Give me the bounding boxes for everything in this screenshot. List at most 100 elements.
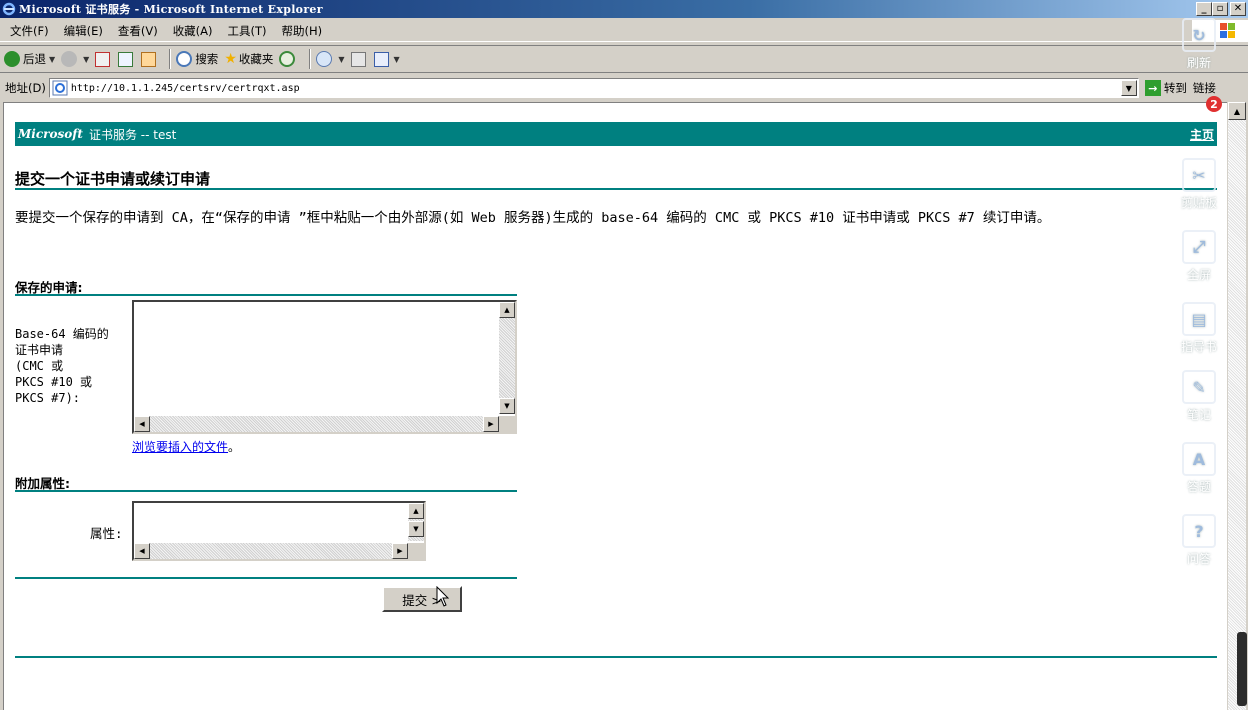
textarea-vertical-scrollbar[interactable]: ▲ ▼ xyxy=(499,302,515,414)
window-controls: _ ▫ ✕ xyxy=(1196,2,1246,16)
side-panel-handle[interactable] xyxy=(1237,632,1247,706)
search-icon xyxy=(176,51,193,67)
scroll-right-button[interactable]: ▶ xyxy=(392,543,408,559)
address-url: http://10.1.1.245/certsrv/certrqxt.asp xyxy=(70,82,300,94)
menu-edit[interactable]: 编辑(E) xyxy=(64,23,103,39)
browse-suffix: 。 xyxy=(228,440,241,454)
dock-label: 全屏 xyxy=(1186,268,1211,282)
browse-file-link-wrap: 浏览要插入的文件。 xyxy=(132,438,240,455)
menu-file[interactable]: 文件(F) xyxy=(10,23,49,39)
scroll-left-button[interactable]: ◀ xyxy=(134,416,150,432)
dock-answer[interactable]: A 答题 xyxy=(1170,442,1228,495)
dock-qa[interactable]: ? 问答 xyxy=(1170,514,1228,567)
back-arrow-icon xyxy=(4,51,20,67)
back-label: 后退 xyxy=(23,52,46,66)
scroll-up-button[interactable]: ▲ xyxy=(408,503,424,519)
label-line: 证书申请 xyxy=(15,343,64,357)
label-line: PKCS #7): xyxy=(15,391,81,405)
chevron-down-icon: ▼ xyxy=(49,54,56,64)
star-icon: ★ xyxy=(224,51,237,67)
menu-tools[interactable]: 工具(T) xyxy=(228,23,267,39)
title-divider xyxy=(15,188,1217,190)
page-title: 提交一个证书申请或续订申请 xyxy=(15,170,211,188)
refresh-icon: ↻ xyxy=(1182,18,1216,52)
chevron-down-icon: ▼ xyxy=(338,54,345,64)
pencil-icon: ✎ xyxy=(1182,370,1216,404)
address-bar: 地址(D) http://10.1.1.245/certsrv/certrqxt… xyxy=(0,76,1248,100)
scroll-down-button[interactable]: ▼ xyxy=(499,398,515,414)
mail-button[interactable]: ▼ xyxy=(316,51,345,67)
answer-icon: A xyxy=(1182,442,1216,476)
search-button[interactable]: 搜索 xyxy=(176,51,218,67)
scroll-right-button[interactable]: ▶ xyxy=(483,416,499,432)
favorites-label: 收藏夹 xyxy=(238,52,274,66)
saved-request-divider xyxy=(15,294,517,296)
chevron-down-icon: ▼ xyxy=(393,54,400,64)
address-dropdown-button[interactable]: ▼ xyxy=(1120,80,1137,96)
scrollbar-corner xyxy=(499,416,515,432)
maximize-button[interactable]: ▫ xyxy=(1212,2,1228,16)
scroll-up-button[interactable]: ▲ xyxy=(499,302,515,318)
label-line: PKCS #10 或 xyxy=(15,375,93,389)
minimize-button[interactable]: _ xyxy=(1196,2,1212,16)
menu-favorites[interactable]: 收藏(A) xyxy=(173,23,213,39)
banner-service-name: 证书服务 -- test xyxy=(88,127,177,142)
form-bottom-divider xyxy=(15,577,517,579)
home-icon xyxy=(141,51,157,67)
attr-horizontal-scrollbar[interactable]: ◀ ▶ xyxy=(134,543,408,559)
dock-notes[interactable]: ✎ 笔记 xyxy=(1170,370,1228,423)
print-button[interactable] xyxy=(350,51,368,67)
window-title: Microsoft 证书服务 - Microsoft Internet Expl… xyxy=(19,3,323,16)
browse-file-link[interactable]: 浏览要插入的文件 xyxy=(132,440,228,454)
menu-help[interactable]: 帮助(H) xyxy=(282,23,323,39)
scroll-down-button[interactable]: ▼ xyxy=(408,521,424,537)
dock-fullscreen[interactable]: ⤢ 全屏 xyxy=(1170,230,1228,283)
dock-label: 剪贴板 xyxy=(1180,196,1217,210)
window-titlebar[interactable]: Microsoft 证书服务 - Microsoft Internet Expl… xyxy=(0,0,1248,18)
home-button[interactable] xyxy=(141,51,158,67)
print-icon xyxy=(350,51,366,67)
saved-request-label: Base-64 编码的 证书申请 (CMC 或 PKCS #10 或 PKCS … xyxy=(15,326,130,406)
dock-guide[interactable]: ▤ 指导书 xyxy=(1170,302,1228,355)
tool-dock: ↻ 刷新 2 ✂ 剪贴板 ⤢ 全屏 ▤ 指导书 ✎ 笔记 A 答题 ? 问答 xyxy=(1170,18,1228,578)
edit-button[interactable]: ▼ xyxy=(373,51,400,67)
word-icon xyxy=(373,51,389,67)
attr-vertical-scrollbar[interactable]: ▲ ▼ xyxy=(408,503,424,541)
favorites-button[interactable]: ★ 收藏夹 xyxy=(224,51,273,67)
dock-label: 答题 xyxy=(1186,480,1211,494)
forward-arrow-icon xyxy=(61,51,78,67)
saved-request-textarea[interactable]: ▲ ▼ ◀ ▶ xyxy=(132,300,517,434)
back-button[interactable]: 后退 ▼ xyxy=(4,51,55,67)
menu-view[interactable]: 查看(V) xyxy=(118,23,158,39)
qa-icon: ? xyxy=(1182,514,1216,548)
attributes-textarea[interactable]: ▲ ▼ ◀ ▶ xyxy=(132,501,426,561)
label-line: Base-64 编码的 xyxy=(15,327,109,341)
page-vertical-scrollbar[interactable]: ▲ xyxy=(1228,102,1246,710)
fullscreen-icon: ⤢ xyxy=(1182,230,1216,264)
forward-button[interactable]: ▼ xyxy=(61,51,89,67)
close-button[interactable]: ✕ xyxy=(1230,2,1246,16)
history-icon xyxy=(279,51,296,67)
page-footer-divider xyxy=(15,656,1217,658)
dock-clipboard[interactable]: ✂ 剪贴板 xyxy=(1170,158,1228,211)
submit-button[interactable]: 提交 > xyxy=(382,586,462,612)
dock-label: 指导书 xyxy=(1180,340,1217,354)
dock-refresh[interactable]: ↻ 刷新 xyxy=(1170,18,1228,71)
mouse-cursor-icon xyxy=(436,586,450,607)
refresh-button[interactable] xyxy=(118,51,135,67)
page-description: 要提交一个保存的申请到 CA，在“保存的申请 ”框中粘贴一个由外部源(如 Web… xyxy=(15,210,1051,226)
address-input[interactable]: http://10.1.1.245/certsrv/certrqxt.asp ▼ xyxy=(48,78,1139,98)
microsoft-brand: Microsoft xyxy=(18,127,83,141)
page-scroll-up-button[interactable]: ▲ xyxy=(1228,102,1246,120)
textarea-horizontal-scrollbar[interactable]: ◀ ▶ xyxy=(134,416,499,432)
dock-label: 笔记 xyxy=(1186,408,1211,422)
book-icon: ▤ xyxy=(1182,302,1216,336)
stop-button[interactable] xyxy=(95,51,112,67)
scrollbar-corner xyxy=(408,543,424,559)
scroll-left-button[interactable]: ◀ xyxy=(134,543,150,559)
toolbar-separator xyxy=(309,49,312,69)
ie-logo-icon xyxy=(2,2,16,16)
history-button[interactable] xyxy=(279,51,298,67)
go-arrow-icon: → xyxy=(1144,80,1161,96)
dock-label: 问答 xyxy=(1186,552,1211,566)
